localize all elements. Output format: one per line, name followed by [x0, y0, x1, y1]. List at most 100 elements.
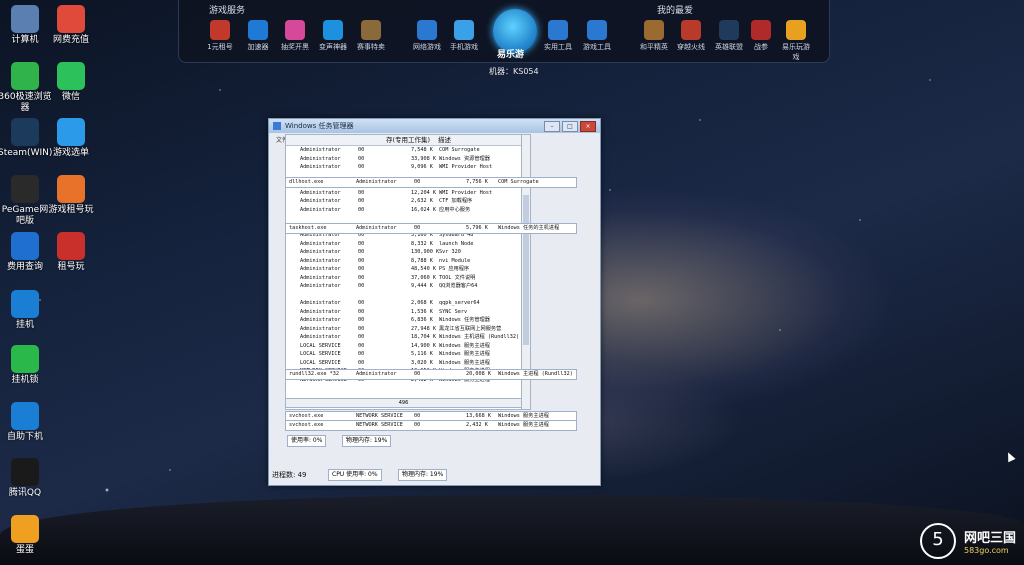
desktop-icon-label: 自助下机	[6, 432, 43, 442]
launcher-item[interactable]: 实用工具	[541, 20, 575, 52]
column-header-row: 存(专用工作集) 描述	[286, 135, 521, 146]
logo-label: 易乐游	[497, 50, 525, 60]
scroll-thumb[interactable]	[523, 195, 529, 345]
process-row[interactable]: Administrator 00 37,060 K TOOL 文件说明	[286, 274, 521, 283]
process-row[interactable]: Administrator 00 12,204 K WMI Provider Host	[286, 189, 521, 198]
process-row[interactable]: Administrator 00 8,332 K launch Node	[286, 240, 521, 249]
process-cell: Administrator	[300, 317, 341, 323]
launcher-item[interactable]: 1元租号	[203, 20, 237, 52]
process-cell: WMI Provider Host	[439, 164, 493, 170]
process-row[interactable]: LOCAL SERVICE 00 14,900 K Windows 服务主进程	[286, 342, 521, 351]
desktop-icon-label: 租号玩	[57, 262, 85, 272]
launcher-item[interactable]: 手机游戏	[447, 20, 481, 52]
process-cell: Administrator	[300, 198, 341, 204]
maximize-button[interactable]: □	[562, 121, 578, 132]
launcher-item[interactable]: 穿越火线	[674, 20, 708, 52]
launcher-item[interactable]: 网络游戏	[410, 20, 444, 52]
process-cell: 00	[358, 334, 365, 340]
ghost-process-cell: 5,796 K	[466, 225, 488, 231]
launcher-item[interactable]: 战参	[744, 20, 778, 52]
process-cell: Windows 服务主进程	[439, 351, 490, 357]
process-row[interactable]: Administrator 00 9,444 K QQ浏览器客户64	[286, 282, 521, 291]
launcher-item-icon	[454, 20, 474, 40]
launcher-item[interactable]: 赛事特卖	[354, 20, 388, 52]
process-row[interactable]: Administrator 00 1,536 K SYNC Serv	[286, 308, 521, 317]
ghost-process-cell: 2,432 K	[466, 422, 488, 428]
process-row[interactable]: Administrator 00 2,632 K CTF 加载程序	[286, 197, 521, 206]
desktop-icon[interactable]: 租号玩	[44, 232, 98, 273]
desktop-icon[interactable]: 游戏租号玩	[44, 175, 98, 216]
process-cell: CTF 加载程序	[439, 198, 473, 204]
ghost-process-cell: dllhost.exe	[289, 179, 324, 185]
process-row[interactable]: Administrator 00 6,836 K Windows 任务管理器	[286, 316, 521, 325]
ghost-process-row[interactable]: taskhost.exe Administrator 00 5,796 K Window…	[285, 223, 577, 234]
desktop-icon-label: 挂机锁	[11, 375, 39, 385]
inner-memory-usage: 物理内存: 19%	[342, 435, 392, 447]
desktop-icon[interactable]: 挂机	[0, 290, 52, 331]
launcher-item[interactable]: 和平精英	[637, 20, 671, 52]
process-cell: Windows 服务主进程	[439, 342, 490, 349]
process-row[interactable]: Administrator 00 27,948 K 黑龙江省互联网上网服务营	[286, 325, 521, 334]
desktop-icon[interactable]: 微信	[44, 62, 98, 103]
process-cell: Administrator	[300, 257, 341, 264]
launcher-item-icon	[644, 20, 664, 40]
process-row[interactable]: Administrator 00 2,068 K qqpk_server64	[286, 299, 521, 308]
process-row[interactable]: Administrator 00 48,540 K PS 应用程序	[286, 265, 521, 274]
desktop-icon[interactable]: 蛋蛋	[0, 515, 52, 556]
process-row[interactable]: LOCAL SERVICE 00 5,116 K Windows 服务主进程	[286, 350, 521, 359]
process-row[interactable]: Administrator 00 16,024 K 应用中心服务	[286, 206, 521, 215]
ghost-process-cell: Windows 任务的主机进程	[498, 225, 560, 231]
process-cell: qqpk_server64	[439, 300, 480, 306]
launcher-item-label: 实用工具	[544, 43, 572, 51]
column-header[interactable]: 描述	[438, 135, 451, 145]
process-row[interactable]: LOCAL SERVICE 00 3,020 K Windows 服务主进程	[286, 359, 521, 368]
process-cell: Svr 320	[439, 249, 461, 255]
desktop-icon[interactable]: 自助下机	[0, 402, 52, 443]
ghost-process-row[interactable]: rundll32.exe *32 Administrator 00 20,008 K W…	[285, 369, 577, 380]
recharge-icon	[57, 5, 85, 33]
process-cell: Administrator	[300, 164, 341, 170]
launcher-item[interactable]: 抽奖开黑	[278, 20, 312, 52]
process-cell: 00	[358, 342, 365, 349]
ghost-process-row[interactable]: svchost.exe NETWORK SERVICE 00 2,432 K Windo…	[285, 420, 577, 431]
column-header[interactable]: 存(专用工作集)	[386, 135, 430, 145]
desktop-icon[interactable]: 挂机锁	[0, 345, 52, 386]
launcher-item[interactable]: 英雄联盟	[712, 20, 746, 52]
process-row[interactable]: Administrator 00 130,900 K Svr 320	[286, 248, 521, 257]
desktop-icon-label: 腾讯QQ	[8, 488, 42, 498]
desktop-icon[interactable]: 腾讯QQ	[0, 458, 52, 499]
process-row[interactable]: Administrator 00 7,548 K COM Surrogate	[286, 146, 521, 155]
process-row[interactable]: Administrator 00 9,096 K WMI Provider Host	[286, 163, 521, 172]
process-row[interactable]: Administrator 00 33,908 K Windows 资源管理器	[286, 155, 521, 164]
process-cell: 00	[358, 317, 365, 323]
hangup-icon	[11, 290, 39, 318]
launcher-item-icon	[751, 20, 771, 40]
process-cell: PS 应用程序	[439, 266, 470, 272]
desktop-icon[interactable]: 游戏选单	[44, 118, 98, 159]
launcher-item[interactable]: 变声神器	[316, 20, 350, 52]
desktop-icon[interactable]: 网费充值	[44, 5, 98, 46]
ghost-process-cell: 00	[414, 422, 421, 428]
process-row[interactable]: Administrator 00 18,704 K Windows 主机进程 (Run…	[286, 333, 521, 342]
inner-cpu-usage: 使用率: 0%	[287, 435, 327, 447]
task-manager-titlebar[interactable]: Windows 任务管理器 – □ ×	[269, 119, 600, 133]
ghost-process-cell: NETWORK SERVICE	[356, 422, 403, 428]
process-cell: 16,024 K	[411, 206, 436, 213]
launcher-item[interactable]: 加速器	[241, 20, 275, 52]
ghost-process-row[interactable]: dllhost.exe Administrator 00 7,756 K COM Sur…	[285, 177, 577, 188]
ghost-process-cell: rundll32.exe *32	[289, 371, 339, 377]
process-cell: 2,632 K	[411, 198, 433, 204]
launcher-item-icon	[210, 20, 230, 40]
task-manager-icon	[273, 122, 281, 130]
memory-usage: 物理内存: 19%	[398, 469, 448, 481]
process-row[interactable]: Administrator 00 8,788 K nvi Module	[286, 257, 521, 266]
launcher-item[interactable]: 易乐玩游戏	[779, 20, 813, 62]
process-cell: nvi Module	[439, 257, 471, 264]
close-button[interactable]: ×	[580, 121, 596, 132]
launcher-item-label: 网络游戏	[413, 43, 441, 51]
launcher-item[interactable]: 游戏工具	[580, 20, 614, 52]
process-cell: 00	[358, 155, 365, 162]
minimize-button[interactable]: –	[544, 121, 560, 132]
process-cell: 00	[358, 351, 365, 357]
horizontal-scrollbar[interactable]: 496	[285, 398, 522, 408]
